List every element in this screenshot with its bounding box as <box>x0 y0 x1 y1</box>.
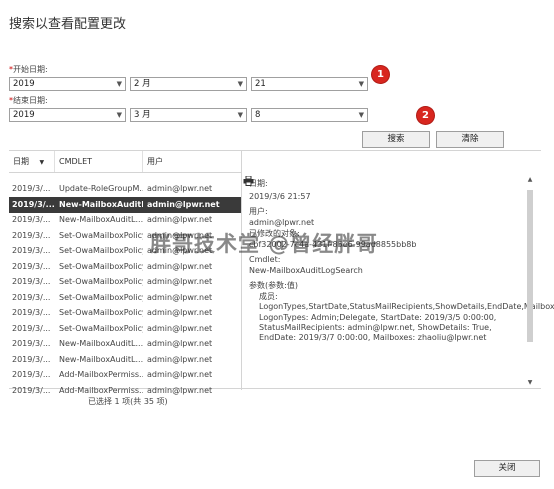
annotation-badge-1: 1 <box>372 66 389 83</box>
detail-user-value: admin@lpwr.net <box>249 218 315 227</box>
detail-date-value: 2019/3/6 21:57 <box>249 192 311 201</box>
row-cmdlet: New-MailboxAuditL... <box>59 354 143 364</box>
end-year-select[interactable]: 2019 ▼ <box>9 108 126 122</box>
column-header-date[interactable]: 日期 ▼ <box>9 151 55 172</box>
detail-pane: 日期: 2019/3/6 21:57 用户: admin@lpwr.net 已修… <box>249 179 554 344</box>
row-user: admin@lpwr.net <box>147 277 213 286</box>
chevron-down-icon: ▼ <box>358 80 364 88</box>
start-day-select[interactable]: 21 ▼ <box>251 77 368 91</box>
column-header-cmdlet[interactable]: CMDLET <box>55 151 143 172</box>
table-header: 日期 ▼ CMDLET 用户 <box>9 151 241 173</box>
table-row[interactable]: 2019/3/... New-MailboxAuditL... admin@lpwr… <box>9 336 241 352</box>
table-row[interactable]: 2019/3/... Set-OwaMailboxPolicy admin@lpwr… <box>9 274 241 290</box>
chevron-down-icon: ▼ <box>116 80 122 88</box>
start-year-select[interactable]: 2019 ▼ <box>9 77 126 91</box>
row-date: 2019/3/... <box>12 323 51 333</box>
row-user: admin@lpwr.net <box>147 339 213 348</box>
chevron-down-icon: ▼ <box>237 111 243 119</box>
column-header-user[interactable]: 用户 <box>143 151 241 172</box>
clear-button[interactable]: 清除 <box>436 131 504 148</box>
row-date: 2019/3/... <box>12 246 51 255</box>
row-date: 2019/3/... <box>12 261 51 271</box>
scroll-up-icon[interactable]: ▲ <box>525 176 535 183</box>
table-row[interactable]: 2019/3/... Add-MailboxPermiss... admin@lpw… <box>9 367 241 383</box>
row-cmdlet: Set-OwaMailboxPolicy <box>59 230 143 240</box>
row-date: 2019/3/... <box>12 308 51 317</box>
row-user: admin@lpwr.net <box>147 215 213 224</box>
detail-param-members: 成员: LogonTypes,StartDate,StatusMailRecip… <box>259 292 554 311</box>
scroll-down-icon[interactable]: ▼ <box>525 379 535 386</box>
detail-cmdlet-value: New-MailboxAuditLogSearch <box>249 266 363 275</box>
row-cmdlet: New-MailboxAuditL... <box>59 339 143 348</box>
table-row[interactable]: 2019/3/... Set-OwaMailboxPolicy admin@lpwr… <box>9 305 241 321</box>
table-row[interactable]: 2019/3/... New-MailboxAuditL... admin@lpwr… <box>9 352 241 368</box>
table-row[interactable]: 2019/3/... Set-OwaMailboxPolicy admin@lpwr… <box>9 290 241 306</box>
row-cmdlet: New-MailboxAuditL... <box>59 199 143 209</box>
detail-param-values: LogonTypes: Admin;Delegate, StartDate: 2… <box>259 313 497 342</box>
detail-user-label: 用户: <box>249 207 268 216</box>
row-date: 2019/3/... <box>12 370 51 379</box>
row-date: 2019/3/... <box>12 339 51 348</box>
end-month-select[interactable]: 3 月 ▼ <box>130 108 247 122</box>
chevron-down-icon: ▼ <box>116 111 122 119</box>
selection-status: 已选择 1 项(共 35 项) <box>88 397 168 406</box>
annotation-badge-2: 2 <box>417 107 434 124</box>
table-row[interactable]: 2019/3/... Set-OwaMailboxPolicy admin@lpwr… <box>9 321 241 337</box>
row-user: admin@lpwr.net <box>147 370 213 379</box>
row-user: admin@lpwr.net <box>147 199 220 209</box>
detail-date-label: 日期: <box>249 179 268 188</box>
watermark: 胖哥技术堂 @曾经胖哥 <box>150 232 379 256</box>
detail-scrollbar[interactable]: ▲ ▼ <box>525 176 535 386</box>
page-title: 搜索以查看配置更改 <box>9 17 127 32</box>
row-date: 2019/3/... <box>12 354 51 364</box>
table-row[interactable]: 2019/3/... Set-OwaMailboxPolicy admin@lpwr… <box>9 259 241 275</box>
row-cmdlet: Update-RoleGroupM... <box>59 184 143 193</box>
row-user: admin@lpwr.net <box>147 261 213 271</box>
search-button[interactable]: 搜索 <box>362 131 430 148</box>
row-cmdlet: Set-OwaMailboxPolicy <box>59 292 143 302</box>
row-user: admin@lpwr.net <box>147 184 213 193</box>
row-user: admin@lpwr.net <box>147 323 213 333</box>
row-cmdlet: Set-OwaMailboxPolicy <box>59 261 143 271</box>
sort-down-icon: ▼ <box>39 159 45 166</box>
row-date: 2019/3/... <box>12 277 51 286</box>
start-date-label: *开始日期: <box>9 65 48 74</box>
end-day-select[interactable]: 8 ▼ <box>251 108 368 122</box>
row-cmdlet: Set-OwaMailboxPolicy <box>59 277 143 286</box>
row-cmdlet: Add-MailboxPermiss... <box>59 370 143 379</box>
print-icon[interactable] <box>243 176 254 186</box>
results-panel: 日期 ▼ CMDLET 用户 2019/3/... Update-RoleGrou… <box>9 150 554 395</box>
start-month-select[interactable]: 2 月 ▼ <box>130 77 247 91</box>
table-row[interactable]: 2019/3/... Update-RoleGroupM... admin@lpwr… <box>9 181 241 197</box>
detail-params-label: 参数(参数:值) <box>249 281 298 290</box>
table-row[interactable]: 2019/3/... New-MailboxAuditL... admin@lpwr… <box>9 196 241 213</box>
row-date: 2019/3/... <box>12 184 51 193</box>
row-date: 2019/3/... <box>12 199 55 209</box>
close-button[interactable]: 关闭 <box>474 460 540 477</box>
table-row[interactable]: 2019/3/... New-MailboxAuditL... admin@lpwr… <box>9 212 241 228</box>
row-date: 2019/3/... <box>12 230 51 240</box>
row-cmdlet: Set-OwaMailboxPolicy <box>59 323 143 333</box>
row-date: 2019/3/... <box>12 215 51 224</box>
scroll-thumb[interactable] <box>527 190 533 342</box>
row-user: admin@lpwr.net <box>147 308 213 317</box>
end-date-label: *结束日期: <box>9 96 48 105</box>
row-date: 2019/3/... <box>12 292 51 302</box>
chevron-down-icon: ▼ <box>237 80 243 88</box>
row-date: 2019/3/... <box>12 385 51 395</box>
row-cmdlet: Set-OwaMailboxPolicy <box>59 308 143 317</box>
row-user: admin@lpwr.net <box>147 354 213 364</box>
pane-divider <box>241 151 242 390</box>
row-user: admin@lpwr.net <box>147 292 213 302</box>
chevron-down-icon: ▼ <box>358 111 364 119</box>
row-cmdlet: Set-OwaMailboxPolicy <box>59 246 143 255</box>
row-cmdlet: New-MailboxAuditL... <box>59 215 143 224</box>
